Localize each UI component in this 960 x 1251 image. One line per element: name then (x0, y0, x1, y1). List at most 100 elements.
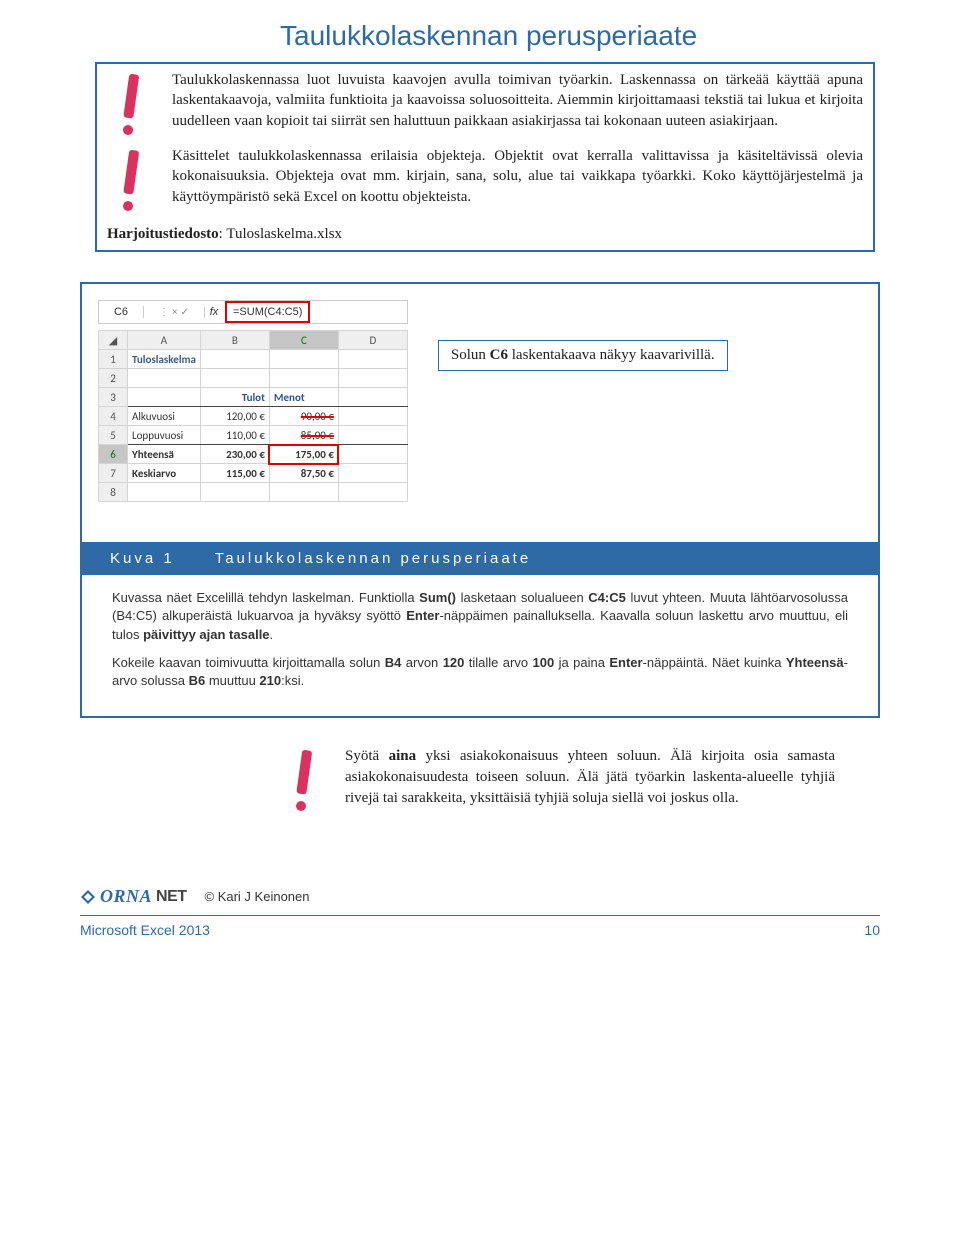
spreadsheet-grid: ◢ A B C D 1 Tuloslaskelma 2 (98, 330, 408, 502)
cell: Alkuvuosi (128, 407, 201, 426)
table-row: 8 (99, 483, 408, 502)
selected-cell: 175,00 € (269, 445, 338, 464)
cell: Yhteensä (128, 445, 201, 464)
cell (338, 464, 407, 483)
figure-caption-bar: Kuva 1 Taulukkolaskennan perusperiaate (80, 542, 880, 575)
cell: 85,00 € (269, 426, 338, 445)
fx-icon: fx (205, 306, 223, 318)
logo-text-orna: ORNA (100, 886, 152, 907)
cell (269, 350, 338, 369)
logo-icon (80, 889, 96, 905)
row-header: 1 (99, 350, 128, 369)
text: B6 (189, 673, 206, 688)
text: 100 (533, 655, 555, 670)
row-header: 5 (99, 426, 128, 445)
cell (338, 350, 407, 369)
copyright-text: © Kari J Keinonen (205, 889, 310, 904)
cell: 90,00 € (269, 407, 338, 426)
page-title: Taulukkolaskennan perusperiaate (40, 20, 920, 52)
cell (200, 350, 269, 369)
text: Sum() (419, 590, 456, 605)
footer-copyright: ORNANET © Kari J Keinonen (80, 886, 880, 907)
cell: Keskiarvo (128, 464, 201, 483)
row-header: 6 (99, 445, 128, 464)
table-row: 3 Tulot Menot (99, 388, 408, 407)
cell (269, 369, 338, 388)
text: B4 (385, 655, 402, 670)
footer-left: Microsoft Excel 2013 (80, 922, 210, 938)
cell: Tuloslaskelma (128, 350, 201, 369)
text: C4:C5 (588, 590, 626, 605)
logo-text-net: NET (156, 888, 187, 906)
table-row: 4 Alkuvuosi 120,00 € 90,00 € (99, 407, 408, 426)
table-row: 5 Loppuvuosi 110,00 € 85,00 € (99, 426, 408, 445)
formula-bar: C6 ⋮ × ✓ fx =SUM(C4:C5) (98, 300, 408, 324)
text: aina (389, 748, 417, 764)
tip-text: Syötä aina yksi asiakokonaisuus yhteen s… (345, 746, 835, 809)
text: lasketaan solualueen (456, 590, 588, 605)
text: Kuvassa näet Excelillä tehdyn laskelman.… (112, 590, 419, 605)
cell (128, 483, 201, 502)
cell: 230,00 € (200, 445, 269, 464)
formula-text: =SUM(C4:C5) (225, 301, 310, 323)
important-icon (280, 746, 325, 816)
text: Enter (406, 608, 439, 623)
text: ja paina (554, 655, 609, 670)
row-header: 4 (99, 407, 128, 426)
intro-paragraph-1: Taulukkolaskennassa luot luvuista kaavoj… (172, 70, 863, 131)
footer-bar: Microsoft Excel 2013 10 (80, 915, 880, 938)
corner-cell: ◢ (99, 331, 128, 350)
cell: 110,00 € (200, 426, 269, 445)
callout-box: Solun C6 laskentakaava näkyy kaavarivill… (438, 340, 728, 371)
intro-box: Taulukkolaskennassa luot luvuista kaavoj… (95, 62, 875, 252)
important-icon (107, 70, 152, 140)
table-row: 7 Keskiarvo 115,00 € 87,50 € (99, 464, 408, 483)
text: päivittyy ajan tasalle (143, 627, 269, 642)
col-header-d: D (338, 331, 407, 350)
text: Kokeile kaavan toimivuutta kirjoittamall… (112, 655, 385, 670)
row-header: 7 (99, 464, 128, 483)
text: tilalle arvo (464, 655, 532, 670)
tip-block: Syötä aina yksi asiakokonaisuus yhteen s… (95, 746, 875, 816)
cell (338, 369, 407, 388)
cell (269, 483, 338, 502)
figure-description: Kuvassa näet Excelillä tehdyn laskelman.… (80, 575, 880, 718)
table-row: 1 Tuloslaskelma (99, 350, 408, 369)
cell (128, 369, 201, 388)
cell (200, 483, 269, 502)
logo: ORNANET (80, 886, 187, 907)
figure-container: C6 ⋮ × ✓ fx =SUM(C4:C5) ◢ A B C D 1 (80, 282, 880, 542)
important-icon (107, 146, 152, 216)
cell: 115,00 € (200, 464, 269, 483)
text: 210 (259, 673, 281, 688)
row-header: 2 (99, 369, 128, 388)
exercise-file: Harjoitustiedosto: Tuloslaskelma.xlsx (107, 224, 863, 244)
cell (200, 369, 269, 388)
excel-screenshot: C6 ⋮ × ✓ fx =SUM(C4:C5) ◢ A B C D 1 (98, 300, 408, 502)
col-header-b: B (200, 331, 269, 350)
cell (128, 388, 201, 407)
text: Yhteensä (786, 655, 844, 670)
text: muuttuu (205, 673, 259, 688)
text: Enter (609, 655, 642, 670)
page-number: 10 (864, 922, 880, 938)
row-header: 8 (99, 483, 128, 502)
text: . (270, 627, 274, 642)
name-box: C6 (99, 306, 144, 318)
col-header-a: A (128, 331, 201, 350)
row-header: 3 (99, 388, 128, 407)
cell (338, 426, 407, 445)
formula-bar-icons: ⋮ × ✓ (144, 307, 205, 318)
cell (338, 407, 407, 426)
figure-title: Taulukkolaskennan perusperiaate (215, 550, 531, 567)
col-header-c: C (269, 331, 338, 350)
cell: 87,50 € (269, 464, 338, 483)
exercise-file-label: Harjoitustiedosto (107, 226, 219, 242)
text: arvon (401, 655, 442, 670)
callout-text: Solun C6 laskentakaava näkyy kaavarivill… (451, 347, 715, 363)
text: 120 (443, 655, 465, 670)
cell: Tulot (200, 388, 269, 407)
text: :ksi. (281, 673, 304, 688)
cell (338, 388, 407, 407)
desc-paragraph-2: Kokeile kaavan toimivuutta kirjoittamall… (112, 654, 848, 690)
